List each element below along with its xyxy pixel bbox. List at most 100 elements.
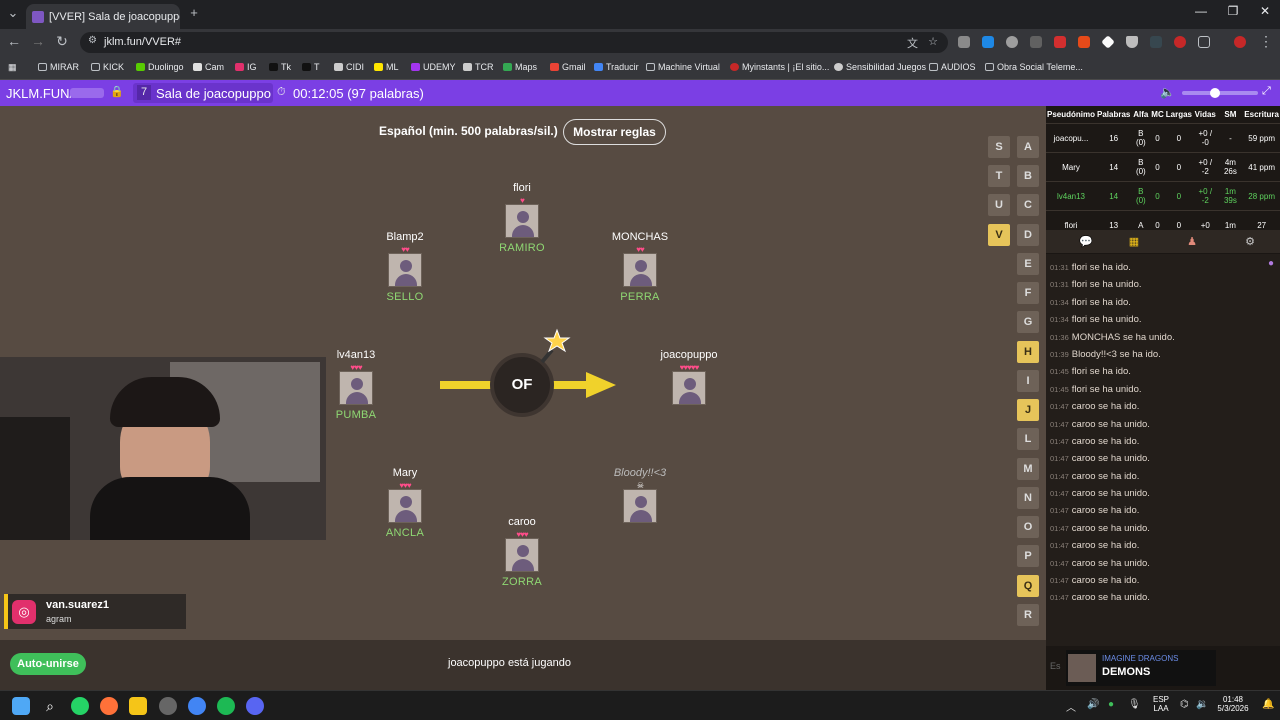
bookmark-item[interactable]: MIRAR — [38, 62, 79, 72]
lock-icon[interactable]: 🔒 — [110, 85, 124, 98]
tray-status-icon[interactable]: ● — [1108, 699, 1114, 710]
column-header: SM — [1217, 106, 1244, 124]
notification-bell-icon[interactable]: 🔔 — [1262, 699, 1274, 710]
letter-tile: M — [1017, 458, 1039, 480]
player-name: joacopuppo — [660, 349, 718, 361]
bookmark-item[interactable]: CIDI — [334, 62, 364, 72]
chat-message: 01:47 caroo se ha ido. — [1050, 572, 1280, 589]
shield-icon[interactable] — [1126, 36, 1138, 48]
album-art — [1068, 654, 1096, 682]
volume-icon[interactable]: 🔈 — [1160, 85, 1175, 99]
url-field[interactable]: ⚙ jklm.fun/VVER# 文 ☆ — [80, 32, 948, 53]
letter-tile: A — [1017, 136, 1039, 158]
bookmark-item[interactable]: IG — [235, 62, 257, 72]
show-rules-button[interactable]: Mostrar reglas — [563, 119, 666, 145]
fullscreen-icon[interactable]: ⤢ — [1262, 85, 1271, 98]
network-icon[interactable]: ⌬ — [1180, 699, 1189, 710]
app-icon[interactable] — [159, 697, 177, 715]
bookmark-item[interactable]: Traducir — [594, 62, 639, 72]
chat-text: caroo se ha unido. — [1071, 418, 1150, 430]
bookmark-item[interactable]: KICK — [91, 62, 124, 72]
tray-chevron-icon[interactable]: ︿ — [1066, 699, 1076, 714]
windows-start-icon[interactable] — [12, 697, 30, 715]
chat-message: 01:45 flori se ha unido. — [1050, 381, 1280, 398]
spotify-icon[interactable] — [217, 697, 235, 715]
windows-taskbar: ⌕ ︿ 🔊 ● 🎙 ESP LAA ⌬ 🔉 01:48 5/3/2026 🔔 — [0, 690, 1280, 720]
tab-list-button[interactable]: ⌄ — [3, 5, 23, 21]
players-icon[interactable]: ♟ — [1172, 235, 1212, 248]
clock[interactable]: 01:48 5/3/2026 — [1212, 695, 1254, 713]
volume-slider[interactable] — [1182, 91, 1258, 95]
settings-gear-icon[interactable]: ⚙ — [1230, 235, 1270, 248]
auto-join-button[interactable]: Auto-unirse — [10, 653, 86, 675]
discord-icon[interactable] — [246, 697, 264, 715]
close-window-button[interactable]: ✕ — [1250, 4, 1280, 18]
bookmark-item[interactable]: AUDIOS — [929, 62, 976, 72]
browser-tab[interactable]: [VVER] Sala de joacopuppo 🔊 ✕ — [26, 4, 180, 29]
reload-icon[interactable]: ↻ — [52, 33, 72, 50]
tray-volume-icon[interactable]: 🔊 — [1087, 699, 1099, 710]
letter-tile: I — [1017, 370, 1039, 392]
file-explorer-icon[interactable] — [129, 697, 147, 715]
bookmark-item[interactable]: Tk — [269, 62, 291, 72]
bookmark-item[interactable]: T — [302, 62, 320, 72]
chat-status-icon: ● — [1267, 258, 1274, 269]
bookmark-star-icon[interactable]: ☆ — [928, 35, 938, 48]
extension-icon-4[interactable] — [1030, 36, 1042, 48]
speaker-icon[interactable]: 🔉 — [1196, 699, 1208, 710]
chat-input[interactable]: Es — [1050, 661, 1061, 671]
extension-icon-2[interactable] — [982, 36, 994, 48]
chat-bubble-icon[interactable]: 💬 — [1066, 235, 1106, 248]
bookmark-item[interactable]: Duolingo — [136, 62, 184, 72]
player-avatar — [623, 253, 657, 287]
player-seat: caroo ♥♥♥ ZORRA — [462, 516, 582, 588]
maximize-button[interactable]: ❐ — [1218, 4, 1248, 18]
player-count: 7 — [137, 85, 151, 100]
extension-icon-1[interactable] — [958, 36, 970, 48]
room-name: Sala de joacopuppo — [156, 86, 271, 101]
column-header: Palabras — [1096, 106, 1132, 124]
profile-avatar[interactable] — [1234, 36, 1246, 48]
forward-icon[interactable]: → — [28, 33, 48, 49]
firefox-icon[interactable] — [100, 697, 118, 715]
bookmark-item[interactable]: Machine Virtual — [646, 62, 720, 72]
letter-tile: P — [1017, 545, 1039, 567]
chat-text: Bloody!!<3 se ha ido. — [1071, 348, 1161, 360]
bookmark-item[interactable]: ML — [374, 62, 399, 72]
bookmark-item[interactable]: TCR — [463, 62, 494, 72]
bookmark-item[interactable]: UDEMY — [411, 62, 456, 72]
extension-icon-10[interactable] — [1174, 36, 1186, 48]
apps-grid-icon[interactable]: ▦ — [8, 62, 17, 73]
bookmark-item[interactable]: Myinstants | ¡El sitio... — [730, 62, 829, 72]
site-info-icon[interactable]: ⚙ — [88, 35, 97, 46]
language-indicator[interactable]: ESP LAA — [1150, 695, 1172, 713]
bookmark-item[interactable]: Cam — [193, 62, 224, 72]
extension-icon-7[interactable] — [1101, 35, 1115, 49]
letter-tile: G — [1017, 311, 1039, 333]
translate-icon[interactable]: 文 — [907, 35, 918, 51]
chat-log: ● 01:31 flori se ha ido. 01:31 flori se ha … — [1046, 254, 1280, 644]
instagram-label: agram — [46, 614, 72, 624]
adblock-icon[interactable] — [1054, 36, 1066, 48]
new-tab-button[interactable]: + — [184, 5, 204, 20]
letter-tile: T — [988, 165, 1010, 187]
whatsapp-icon[interactable] — [71, 697, 89, 715]
extensions-puzzle-icon[interactable] — [1198, 36, 1210, 48]
extension-icon-6[interactable] — [1078, 36, 1090, 48]
tray-mic-icon[interactable]: 🎙 — [1128, 699, 1141, 710]
search-icon[interactable]: ⌕ — [41, 697, 59, 715]
extension-icon-3[interactable] — [1006, 36, 1018, 48]
trophy-icon[interactable]: ▦ — [1114, 235, 1154, 248]
bookmark-item[interactable]: Sensibilidad Juegos — [834, 62, 926, 72]
chrome-icon[interactable] — [188, 697, 206, 715]
bookmark-item[interactable]: Obra Social Teleme... — [985, 62, 1083, 72]
site-title[interactable]: JKLM.FUN/ — [6, 86, 73, 101]
back-icon[interactable]: ← — [4, 33, 24, 49]
bookmark-item[interactable]: Maps — [503, 62, 537, 72]
menu-kebab-icon[interactable]: ⋮ — [1256, 33, 1276, 50]
round-timer: 00:12:05 (97 palabras) — [293, 86, 424, 101]
minimize-button[interactable]: — — [1186, 4, 1216, 18]
extension-icon-9[interactable] — [1150, 36, 1162, 48]
bookmark-item[interactable]: Gmail — [550, 62, 586, 72]
volume-slider-thumb[interactable] — [1210, 88, 1220, 98]
